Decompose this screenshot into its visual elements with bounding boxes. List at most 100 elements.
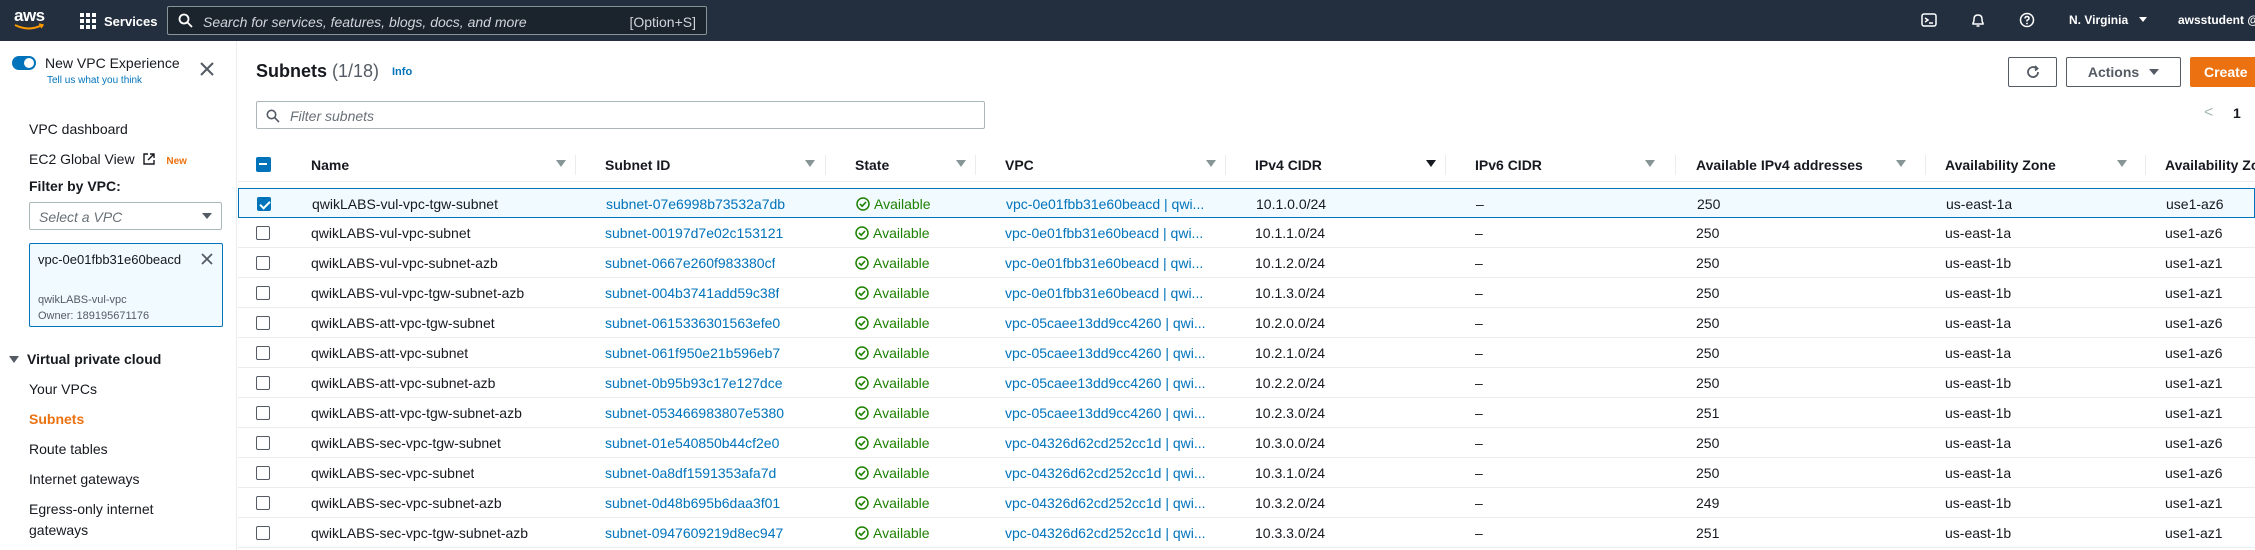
column-header-subnet-id[interactable]: Subnet ID (605, 157, 670, 173)
row-checkbox[interactable] (256, 436, 270, 450)
sort-icon[interactable] (556, 160, 566, 167)
cell-vpc[interactable]: vpc-0e01fbb31e60beacd | qwi... (1005, 225, 1203, 241)
table-row[interactable]: qwikLABS-vul-vpc-subnet-azb subnet-0667e2… (238, 248, 2255, 278)
help-icon[interactable] (2018, 11, 2036, 29)
bell-icon[interactable] (1969, 11, 1987, 29)
cell-subnet-id[interactable]: subnet-00197d7e02c153121 (605, 225, 783, 241)
sidebar-item-egress-only-internet-gateways[interactable]: Egress-only internet (29, 501, 154, 517)
previous-page-button[interactable]: < (2204, 104, 2213, 122)
cell-subnet-id[interactable]: subnet-0615336301563efe0 (605, 315, 780, 331)
row-checkbox[interactable] (256, 316, 270, 330)
column-header-state[interactable]: State (855, 157, 889, 173)
section-virtual-private-cloud[interactable]: Virtual private cloud (9, 351, 161, 367)
cell-vpc[interactable]: vpc-05caee13dd9cc4260 | qwi... (1005, 345, 1206, 361)
row-checkbox[interactable] (256, 346, 270, 360)
cell-subnet-id[interactable]: subnet-053466983807e5380 (605, 405, 784, 421)
sort-icon[interactable] (956, 160, 966, 167)
cell-vpc[interactable]: vpc-04326d62cd252cc1d | qwi... (1005, 525, 1206, 541)
cell-vpc[interactable]: vpc-04326d62cd252cc1d | qwi... (1005, 435, 1206, 451)
current-page-number[interactable]: 1 (2233, 105, 2241, 121)
region-selector[interactable]: N. Virginia (2069, 13, 2148, 27)
column-header-name[interactable]: Name (311, 157, 349, 173)
row-checkbox[interactable] (257, 197, 271, 211)
cell-subnet-id[interactable]: subnet-0a8df1591353afa7d (605, 465, 776, 481)
global-search-input[interactable]: Search for services, features, blogs, do… (167, 6, 707, 35)
cell-vpc[interactable]: vpc-0e01fbb31e60beacd | qwi... (1005, 255, 1203, 271)
sort-icon[interactable] (805, 160, 815, 167)
services-menu-button[interactable]: Services (80, 11, 158, 31)
cell-subnet-id[interactable]: subnet-0667e260f983380cf (605, 255, 775, 271)
column-header-availability-zone-id[interactable]: Availability Zo (2165, 157, 2255, 173)
cell-vpc[interactable]: vpc-0e01fbb31e60beacd | qwi... (1005, 285, 1203, 301)
aws-logo[interactable]: aws (14, 6, 48, 34)
column-header-ipv6-cidr[interactable]: IPv6 CIDR (1475, 157, 1542, 173)
row-checkbox[interactable] (256, 496, 270, 510)
sort-icon[interactable] (1896, 160, 1906, 167)
sidebar-item-route-tables[interactable]: Route tables (29, 441, 108, 457)
row-checkbox[interactable] (256, 376, 270, 390)
vpc-filter-select[interactable]: Select a VPC (29, 202, 222, 230)
table-row[interactable]: qwikLABS-vul-vpc-tgw-subnet-azb subnet-00… (238, 278, 2255, 308)
cell-name: qwikLABS-sec-vpc-tgw-subnet (311, 435, 501, 451)
cell-subnet-id[interactable]: subnet-0b95b93c17e127dce (605, 375, 783, 391)
account-menu[interactable]: awsstudent @ (2178, 13, 2255, 27)
table-row[interactable]: qwikLABS-sec-vpc-tgw-subnet-azb subnet-09… (238, 518, 2255, 548)
sidebar-item-vpc-dashboard[interactable]: VPC dashboard (29, 121, 128, 137)
cloudshell-icon[interactable] (1920, 11, 1938, 29)
remove-token-icon[interactable] (200, 252, 214, 266)
row-checkbox[interactable] (256, 286, 270, 300)
table-row[interactable]: qwikLABS-att-vpc-tgw-subnet subnet-061533… (238, 308, 2255, 338)
cell-vpc[interactable]: vpc-04326d62cd252cc1d | qwi... (1005, 495, 1206, 511)
table-row[interactable]: qwikLABS-sec-vpc-tgw-subnet subnet-01e540… (238, 428, 2255, 458)
sort-icon[interactable] (2117, 160, 2127, 167)
cell-availability-zone-id: use1-az6 (2166, 196, 2224, 212)
table-row[interactable]: qwikLABS-att-vpc-subnet-azb subnet-0b95b9… (238, 368, 2255, 398)
cell-subnet-id[interactable]: subnet-0947609219d8ec947 (605, 525, 783, 541)
tell-us-link[interactable]: Tell us what you think (47, 75, 142, 86)
column-header-vpc[interactable]: VPC (1005, 157, 1034, 173)
table-row[interactable]: qwikLABS-vul-vpc-subnet subnet-00197d7e02… (238, 218, 2255, 248)
table-row[interactable]: qwikLABS-att-vpc-subnet subnet-061f950e21… (238, 338, 2255, 368)
row-checkbox[interactable] (256, 466, 270, 480)
table-row[interactable]: qwikLABS-sec-vpc-subnet-azb subnet-0d48b6… (238, 488, 2255, 518)
cell-subnet-id[interactable]: subnet-061f950e21b596eb7 (605, 345, 780, 361)
status-available-icon (856, 197, 870, 211)
row-checkbox[interactable] (256, 526, 270, 540)
table-row[interactable]: qwikLABS-vul-vpc-tgw-subnet subnet-07e699… (238, 188, 2255, 218)
table-row[interactable]: qwikLABS-att-vpc-tgw-subnet-azb subnet-05… (238, 398, 2255, 428)
column-header-availability-zone[interactable]: Availability Zone (1945, 157, 2056, 173)
cell-availability-zone-id: use1-az6 (2165, 465, 2223, 481)
cell-vpc[interactable]: vpc-05caee13dd9cc4260 | qwi... (1005, 315, 1206, 331)
cell-subnet-id[interactable]: subnet-0d48b695b6daa3f01 (605, 495, 780, 511)
filter-subnets-input[interactable]: Filter subnets (256, 101, 985, 129)
sort-icon[interactable] (1206, 160, 1216, 167)
row-checkbox[interactable] (256, 406, 270, 420)
table-row[interactable]: qwikLABS-sec-vpc-subnet subnet-0a8df15913… (238, 458, 2255, 488)
select-all-checkbox[interactable] (256, 157, 271, 172)
cell-vpc[interactable]: vpc-05caee13dd9cc4260 | qwi... (1005, 375, 1206, 391)
refresh-button[interactable] (2008, 57, 2057, 87)
sidebar-item-ec2-global-view[interactable]: EC2 Global View New (29, 151, 187, 167)
sort-active-icon[interactable] (1426, 160, 1436, 167)
sidebar-item-egress-only-internet-gateways-line2[interactable]: gateways (29, 522, 88, 538)
actions-button[interactable]: Actions (2066, 57, 2181, 87)
caret-down-icon (2149, 69, 2160, 75)
row-checkbox[interactable] (256, 226, 270, 240)
column-header-ipv4-cidr[interactable]: IPv4 CIDR (1255, 157, 1322, 173)
cell-subnet-id[interactable]: subnet-004b3741add59c38f (605, 285, 779, 301)
new-vpc-experience-toggle[interactable] (12, 56, 36, 70)
column-header-available-ipv4[interactable]: Available IPv4 addresses (1696, 157, 1863, 173)
cell-vpc[interactable]: vpc-04326d62cd252cc1d | qwi... (1005, 465, 1206, 481)
sidebar-item-subnets[interactable]: Subnets (29, 411, 84, 427)
cell-subnet-id[interactable]: subnet-01e540850b44cf2e0 (605, 435, 779, 451)
sidebar-item-internet-gateways[interactable]: Internet gateways (29, 471, 140, 487)
sidebar-item-your-vpcs[interactable]: Your VPCs (29, 381, 97, 397)
close-icon[interactable] (199, 61, 215, 77)
info-link[interactable]: Info (392, 66, 412, 78)
cell-subnet-id[interactable]: subnet-07e6998b73532a7db (606, 196, 785, 212)
sort-icon[interactable] (1645, 160, 1655, 167)
cell-vpc[interactable]: vpc-0e01fbb31e60beacd | qwi... (1006, 196, 1204, 212)
cell-vpc[interactable]: vpc-05caee13dd9cc4260 | qwi... (1005, 405, 1206, 421)
create-subnet-button[interactable]: Create (2190, 57, 2255, 87)
row-checkbox[interactable] (256, 256, 270, 270)
